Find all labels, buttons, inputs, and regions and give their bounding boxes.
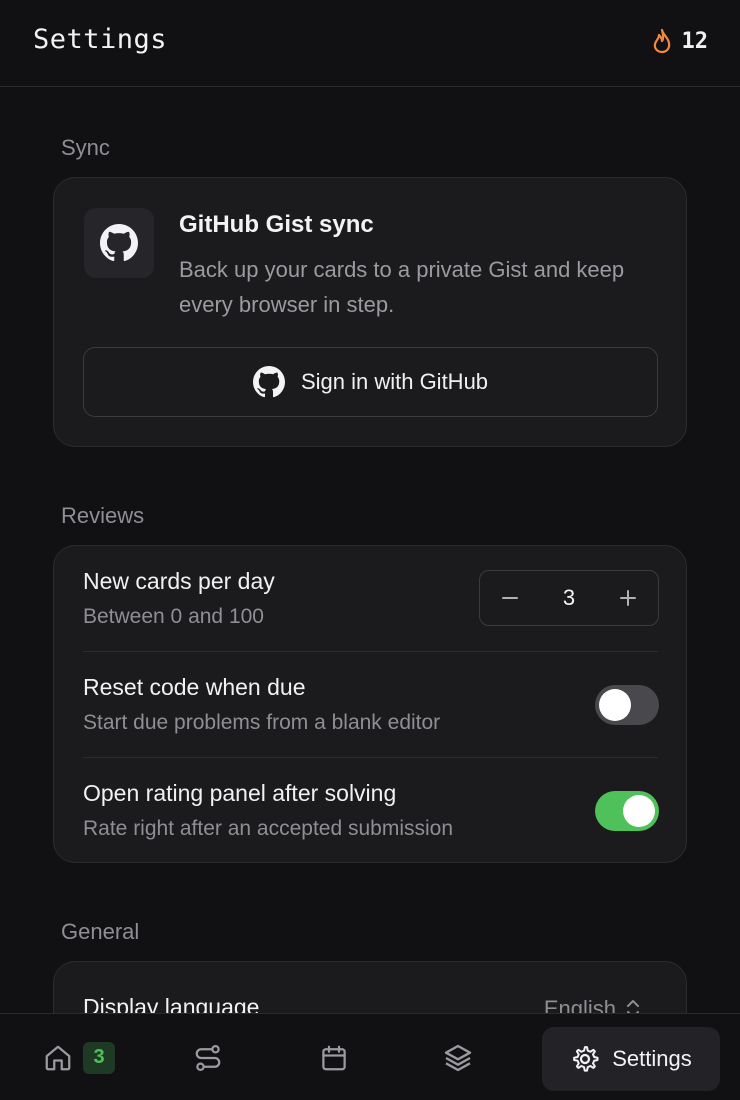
github-signin-label: Sign in with GitHub xyxy=(300,369,489,394)
streak-count: 12 xyxy=(681,28,709,54)
github-icon xyxy=(100,224,138,262)
section-label-reviews: Reviews xyxy=(61,503,145,528)
rating-panel-title: Open rating panel after solving xyxy=(83,780,397,806)
streak-counter: 12 xyxy=(651,28,709,54)
plus-icon xyxy=(620,590,636,606)
reviews-card: New cards per day Between 0 and 100 3 Re… xyxy=(53,545,687,863)
nav-settings[interactable]: Settings xyxy=(542,1027,720,1091)
reset-code-subtitle: Start due problems from a blank editor xyxy=(83,711,441,734)
app-header: Settings 12 xyxy=(0,0,740,87)
calendar-icon xyxy=(322,1045,346,1070)
layers-icon xyxy=(444,1044,472,1071)
bottom-navigation: 3 Settings xyxy=(0,1013,740,1100)
section-label-sync: Sync xyxy=(61,135,110,160)
decrement-button[interactable] xyxy=(498,586,522,610)
nav-home[interactable]: 3 xyxy=(34,1014,124,1100)
sync-title: GitHub Gist sync xyxy=(179,211,374,238)
gear-icon xyxy=(573,1046,599,1072)
route-icon xyxy=(195,1044,221,1071)
flame-icon xyxy=(653,28,670,54)
increment-button[interactable] xyxy=(616,586,640,610)
section-label-general: General xyxy=(61,919,140,944)
due-count-badge: 3 xyxy=(83,1041,115,1074)
nav-path[interactable] xyxy=(178,1014,238,1100)
minus-icon xyxy=(502,597,518,599)
toggle-knob xyxy=(623,795,655,827)
nav-decks[interactable] xyxy=(428,1014,488,1100)
home-icon xyxy=(45,1045,71,1070)
nav-settings-label: Settings xyxy=(612,1046,692,1071)
toggle-knob xyxy=(599,689,631,721)
nav-calendar[interactable] xyxy=(304,1014,364,1100)
setting-row-reset-code: Reset code when due Start due problems f… xyxy=(83,674,658,735)
new-cards-stepper: 3 xyxy=(479,570,659,626)
reset-code-toggle[interactable] xyxy=(595,685,659,725)
rating-panel-subtitle: Rate right after an accepted submission xyxy=(83,817,454,840)
new-cards-value[interactable]: 3 xyxy=(563,585,575,611)
github-tile xyxy=(84,208,154,278)
sync-card: GitHub Gist sync Back up your cards to a… xyxy=(53,177,687,447)
setting-row-rating-panel: Open rating panel after solving Rate rig… xyxy=(83,780,658,841)
rating-panel-toggle[interactable] xyxy=(595,791,659,831)
row-divider xyxy=(83,757,658,758)
reset-code-title: Reset code when due xyxy=(83,674,306,700)
sync-description: Back up your cards to a private Gist and… xyxy=(179,257,625,317)
page-title: Settings xyxy=(33,24,168,55)
row-divider xyxy=(83,651,658,652)
github-signin-button[interactable]: Sign in with GitHub xyxy=(83,347,658,417)
github-icon xyxy=(252,366,285,398)
